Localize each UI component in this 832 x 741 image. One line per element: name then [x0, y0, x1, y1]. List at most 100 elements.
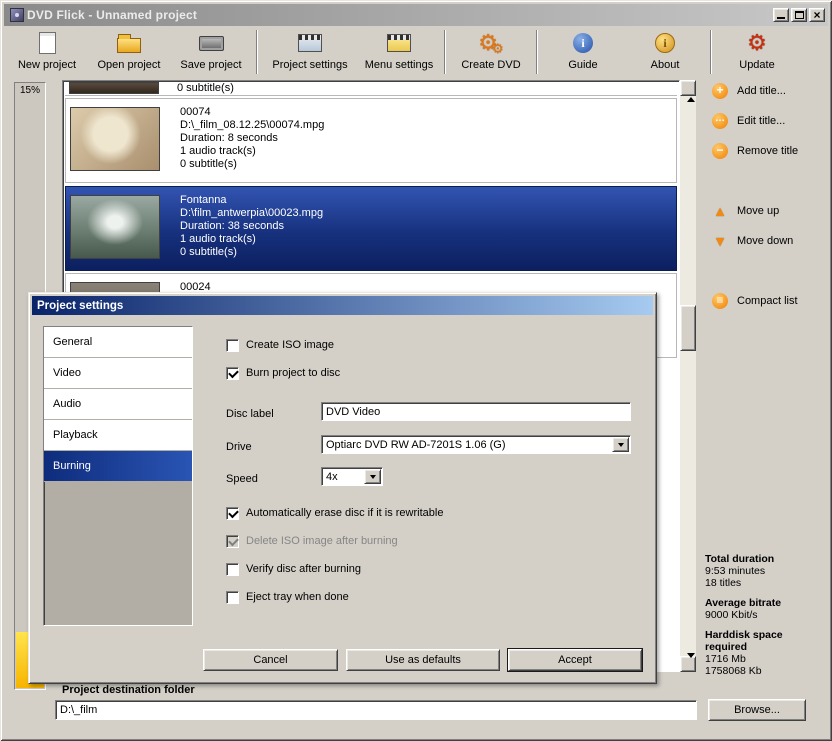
browse-button[interactable]: Browse... — [708, 699, 806, 721]
total-duration-value: 9:53 minutes — [705, 565, 827, 577]
burn-project-label: Burn project to disc — [246, 367, 340, 379]
move-down-button[interactable]: Move down — [712, 232, 793, 250]
about-button[interactable]: About — [624, 27, 706, 77]
title-duration: Duration: 8 seconds — [180, 132, 324, 145]
arrow-up-icon — [687, 82, 695, 102]
toolbar-separator — [710, 30, 712, 74]
eject-tray-checkbox[interactable] — [226, 591, 239, 604]
speed-dropdown-button[interactable] — [364, 469, 381, 484]
open-project-button[interactable]: Open project — [88, 27, 170, 77]
verify-disc-row: Verify disc after burning — [226, 562, 361, 576]
window-title: DVD Flick - Unnamed project — [27, 8, 771, 22]
maximize-button[interactable] — [791, 8, 807, 22]
speed-label: Speed — [226, 473, 258, 485]
verify-disc-checkbox[interactable] — [226, 563, 239, 576]
add-icon — [712, 83, 728, 99]
create-iso-label: Create ISO image — [246, 339, 334, 351]
drive-value: Optiarc DVD RW AD-7201S 1.06 (G) — [322, 439, 612, 451]
remove-icon — [712, 143, 728, 159]
burn-project-checkbox[interactable] — [226, 367, 239, 380]
category-playback[interactable]: Playback — [44, 420, 192, 451]
title-duration: Duration: 38 seconds — [180, 220, 323, 233]
edit-title-button[interactable]: Edit title... — [712, 112, 785, 130]
title-subtitles: 0 subtitle(s) — [180, 158, 324, 171]
video-thumbnail — [69, 82, 159, 94]
disc-label-label: Disc label — [226, 408, 274, 420]
move-up-button[interactable]: Move up — [712, 202, 779, 220]
settings-category-list: General Video Audio Playback Burning — [43, 326, 193, 626]
eject-tray-row: Eject tray when done — [226, 590, 349, 604]
title-name: 00074 — [180, 106, 324, 119]
toolbar-separator — [536, 30, 538, 74]
new-project-button[interactable]: New project — [6, 27, 88, 77]
cancel-button[interactable]: Cancel — [203, 649, 338, 671]
add-title-button[interactable]: Add title... — [712, 82, 786, 100]
delete-iso-row: Delete ISO image after burning — [226, 534, 398, 548]
project-settings-button[interactable]: Project settings — [262, 27, 358, 77]
eject-tray-label: Eject tray when done — [246, 591, 349, 603]
gears-icon — [492, 42, 504, 55]
save-project-button[interactable]: Save project — [170, 27, 252, 77]
scroll-up-button[interactable] — [680, 80, 696, 96]
title-list-item[interactable]: 0 subtitle(s) — [65, 82, 677, 96]
move-down-label: Move down — [737, 235, 793, 247]
use-as-defaults-button[interactable]: Use as defaults — [346, 649, 500, 671]
create-iso-checkbox[interactable] — [226, 339, 239, 352]
delete-iso-label: Delete ISO image after burning — [246, 535, 398, 547]
title-audio-tracks: 1 audio track(s) — [180, 145, 324, 158]
remove-title-button[interactable]: Remove title — [712, 142, 798, 160]
close-button[interactable] — [809, 8, 825, 22]
title-list-scrollbar[interactable] — [680, 80, 696, 672]
category-audio[interactable]: Audio — [44, 389, 192, 420]
update-label: Update — [739, 59, 774, 71]
compact-list-button[interactable]: Compact list — [712, 292, 798, 310]
move-up-label: Move up — [737, 205, 779, 217]
about-label: About — [651, 59, 680, 71]
auto-erase-label: Automatically erase disc if it is rewrit… — [246, 507, 443, 519]
edit-icon — [712, 113, 728, 129]
total-duration-title: Total duration — [705, 553, 827, 565]
compact-list-label: Compact list — [737, 295, 798, 307]
drive-dropdown-button[interactable] — [612, 437, 629, 452]
compact-list-icon — [712, 293, 728, 309]
disc-label-input[interactable] — [321, 402, 631, 421]
create-dvd-button[interactable]: Create DVD — [450, 27, 532, 77]
update-button[interactable]: Update — [716, 27, 798, 77]
category-general[interactable]: General — [44, 327, 192, 358]
guide-info-icon — [573, 33, 593, 53]
title-audio-tracks: 1 audio track(s) — [180, 233, 323, 246]
average-bitrate-title: Average bitrate — [705, 597, 827, 609]
video-thumbnail — [70, 107, 160, 171]
menu-settings-icon — [387, 34, 411, 52]
dialog-titlebar: Project settings — [32, 296, 653, 315]
average-bitrate-stat: Average bitrate 9000 Kbit/s — [705, 597, 827, 621]
menu-settings-label: Menu settings — [365, 59, 433, 71]
drive-dropdown[interactable]: Optiarc DVD RW AD-7201S 1.06 (G) — [321, 435, 631, 454]
video-thumbnail — [70, 195, 160, 259]
category-burning[interactable]: Burning — [44, 451, 192, 482]
titles-count: 18 titles — [705, 577, 827, 589]
title-list-item-selected[interactable]: Fontanna D:\film_antwerpia\00023.mpg Dur… — [65, 186, 677, 271]
menu-settings-button[interactable]: Menu settings — [358, 27, 440, 77]
auto-erase-row: Automatically erase disc if it is rewrit… — [226, 506, 443, 520]
update-gear-icon — [747, 32, 767, 54]
category-video[interactable]: Video — [44, 358, 192, 389]
move-up-arrow-icon — [712, 203, 728, 219]
accept-button[interactable]: Accept — [508, 649, 642, 671]
scroll-down-button[interactable] — [680, 656, 696, 672]
auto-erase-checkbox[interactable] — [226, 507, 239, 520]
scrollbar-thumb[interactable] — [680, 305, 696, 351]
drive-label: Drive — [226, 441, 252, 453]
guide-label: Guide — [568, 59, 597, 71]
title-list-item[interactable]: 00074 D:\_film_08.12.25\00074.mpg Durati… — [65, 98, 677, 183]
destination-folder-heading: Project destination folder — [62, 684, 195, 696]
guide-button[interactable]: Guide — [542, 27, 624, 77]
title-name: Fontanna — [180, 194, 323, 207]
title-subtitles: 0 subtitle(s) — [180, 246, 323, 259]
burn-project-row: Burn project to disc — [226, 366, 340, 380]
speed-dropdown[interactable]: 4x — [321, 467, 383, 486]
project-settings-icon — [298, 34, 322, 52]
minimize-button[interactable] — [773, 8, 789, 22]
title-subtitles: 0 subtitle(s) — [177, 82, 234, 95]
destination-folder-input[interactable] — [55, 700, 697, 720]
